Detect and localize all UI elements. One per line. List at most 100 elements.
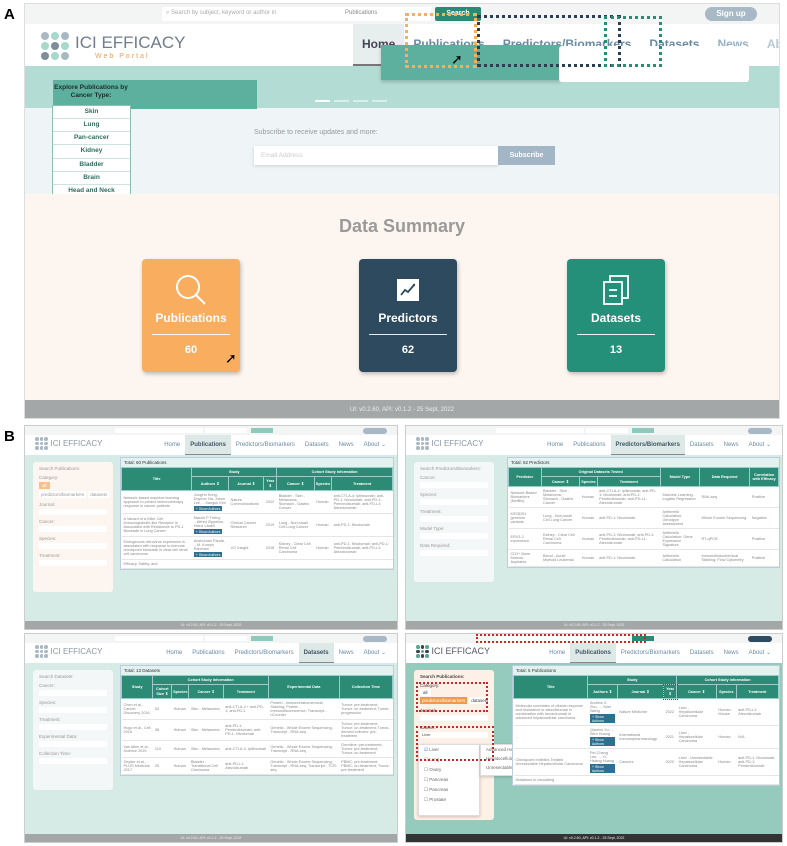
species-select[interactable] (39, 543, 107, 549)
treatment-select[interactable] (420, 516, 488, 522)
nav-news[interactable]: News (719, 643, 744, 663)
nav-about[interactable]: About ⌄ (359, 643, 391, 663)
category-select[interactable] (205, 636, 247, 641)
search-input[interactable]: ⌕ Search by subject, keyword or author i… (162, 7, 362, 21)
sign-up-button[interactable] (748, 635, 772, 642)
sign-up-button[interactable] (363, 635, 387, 642)
col-header-sortable[interactable]: Authors ⇕ (191, 476, 230, 491)
cancer-type-item[interactable]: Pan-cancer (53, 132, 130, 146)
nav-predictors-biomarkers[interactable]: Predictors/Biomarkers (230, 643, 299, 663)
show-authors-button[interactable]: + Show Authors (193, 552, 223, 557)
nav-predictors-biomarkers[interactable]: Predictors/Biomarkers (610, 435, 685, 455)
search-input[interactable] (115, 636, 203, 641)
logo[interactable]: ICI EFFICACY (35, 437, 103, 450)
predictors-card[interactable]: Predictors 62 (359, 259, 457, 372)
nav-about[interactable]: About ⌄ (758, 24, 779, 91)
nav-news[interactable]: News (334, 435, 359, 455)
col-header-sortable[interactable]: Year ⇕ (263, 476, 278, 491)
search-button[interactable] (251, 636, 273, 641)
nav-news[interactable]: News (719, 435, 744, 455)
cell-exp: Genetic - Whole Exome Sequencing; Transc… (268, 757, 340, 775)
show-authors-button[interactable]: + Show Authors (589, 714, 616, 723)
nav-about[interactable]: About ⌄ (359, 435, 391, 455)
cell-journal: International Immunopharmacology (617, 725, 664, 749)
cancer-option[interactable]: ☐ Ovary (419, 765, 479, 775)
nav-home[interactable]: Home (161, 643, 187, 663)
nav-publications[interactable]: Publications (568, 435, 610, 455)
category-all[interactable]: all (39, 482, 50, 489)
nav-datasets[interactable]: Datasets (298, 643, 334, 663)
cancer-type-item[interactable]: Kidney (53, 145, 130, 159)
cancer-option[interactable]: ☐ Pancreas (419, 785, 479, 795)
category-select[interactable] (586, 428, 628, 433)
cancer-type-item[interactable]: Bladder (53, 159, 130, 172)
email-input[interactable]: Email Address (254, 146, 498, 165)
cancer-option[interactable]: ☐ Pancreas (419, 775, 479, 785)
logo[interactable]: ICI EFFICACY Web Portal (41, 28, 186, 64)
show-authors-button[interactable]: + Show Authors (589, 737, 616, 746)
species-select[interactable] (39, 707, 107, 713)
collection-time-select[interactable] (39, 758, 107, 764)
nav-publications[interactable]: Publications (185, 435, 231, 455)
nav-home[interactable]: Home (542, 435, 568, 455)
carousel-dot[interactable] (372, 100, 387, 102)
carousel-dot[interactable] (334, 100, 349, 102)
col-header-sortable[interactable]: Authors ⇕ (587, 684, 618, 699)
col-header-sortable[interactable]: Cancer ⇕ (276, 476, 315, 491)
journal-select[interactable] (420, 715, 488, 721)
logo[interactable]: ICI EFFICACY (416, 437, 484, 450)
sign-up-button[interactable] (748, 427, 772, 434)
col-header-sortable[interactable]: Journal ⇕ (228, 476, 265, 491)
cancer-select[interactable] (39, 690, 107, 696)
search-input[interactable] (115, 428, 203, 433)
category-select[interactable] (205, 428, 247, 433)
search-button[interactable] (632, 428, 654, 433)
cancer-select[interactable] (39, 526, 107, 532)
show-authors-button[interactable]: + Show Authors (193, 506, 223, 511)
cancer-select[interactable] (420, 482, 488, 488)
nav-about[interactable]: About ⌄ (744, 643, 776, 663)
carousel-dot[interactable] (315, 100, 330, 102)
experimental-data-select[interactable] (39, 741, 107, 747)
sign-up-button[interactable] (363, 427, 387, 434)
nav-datasets[interactable]: Datasets (300, 435, 334, 455)
model-type-select[interactable] (420, 533, 488, 539)
logo[interactable]: ICI EFFICACY (416, 645, 490, 658)
nav-predictors-biomarkers[interactable]: Predictors/Biomarkers (616, 643, 685, 663)
nav-about[interactable]: About ⌄ (744, 435, 776, 455)
treatment-select[interactable] (39, 560, 107, 566)
year-sort-header[interactable]: Year ⇕ (662, 683, 678, 700)
col-header-sortable[interactable]: Cohort Size ⇕ (152, 684, 173, 699)
treatment-select[interactable] (39, 724, 107, 730)
nav-home[interactable]: Home (159, 435, 185, 455)
nav-home[interactable]: Home (544, 643, 570, 663)
journal-select[interactable] (39, 509, 107, 515)
cancer-type-item[interactable]: Brain (53, 172, 130, 185)
col-header-sortable[interactable]: Cancer ⇕ (188, 684, 224, 699)
nav-predictors-biomarkers[interactable]: Predictors/Biomarkers (231, 435, 300, 455)
nav-datasets[interactable]: Datasets (685, 643, 719, 663)
subscribe-button[interactable]: Subscribe (498, 146, 555, 165)
category-predictors[interactable]: predictors/biomarkers (39, 491, 87, 498)
nav-publications[interactable]: Publications (570, 643, 616, 663)
col-header-sortable[interactable]: Journal ⇕ (616, 684, 665, 699)
carousel-dot[interactable] (353, 100, 368, 102)
datasets-card[interactable]: Datasets 13 (567, 259, 665, 372)
search-input[interactable] (496, 428, 584, 433)
col-header-sortable[interactable]: Cancer ⇕ (676, 684, 717, 699)
nav-news[interactable]: News (334, 643, 359, 663)
species-select[interactable] (420, 499, 488, 505)
logo[interactable]: ICI EFFICACY (35, 645, 103, 658)
category-datasets[interactable]: datasets (88, 491, 110, 498)
cancer-option[interactable]: ☐ Prostate (419, 795, 479, 805)
col-header-sortable[interactable]: Cancer ⇕ (540, 476, 581, 487)
nav-datasets[interactable]: Datasets (685, 435, 719, 455)
show-authors-button[interactable]: + Show Authors (193, 529, 223, 534)
data-required-select[interactable] (420, 550, 488, 556)
nav-publications[interactable]: Publications (187, 643, 229, 663)
cancer-type-item[interactable]: Skin (53, 106, 130, 120)
sign-up-button[interactable]: Sign up (705, 7, 757, 21)
cancer-type-item[interactable]: Lung (53, 119, 130, 133)
search-button[interactable] (251, 428, 273, 433)
show-authors-button[interactable]: + Show Authors (589, 764, 616, 773)
